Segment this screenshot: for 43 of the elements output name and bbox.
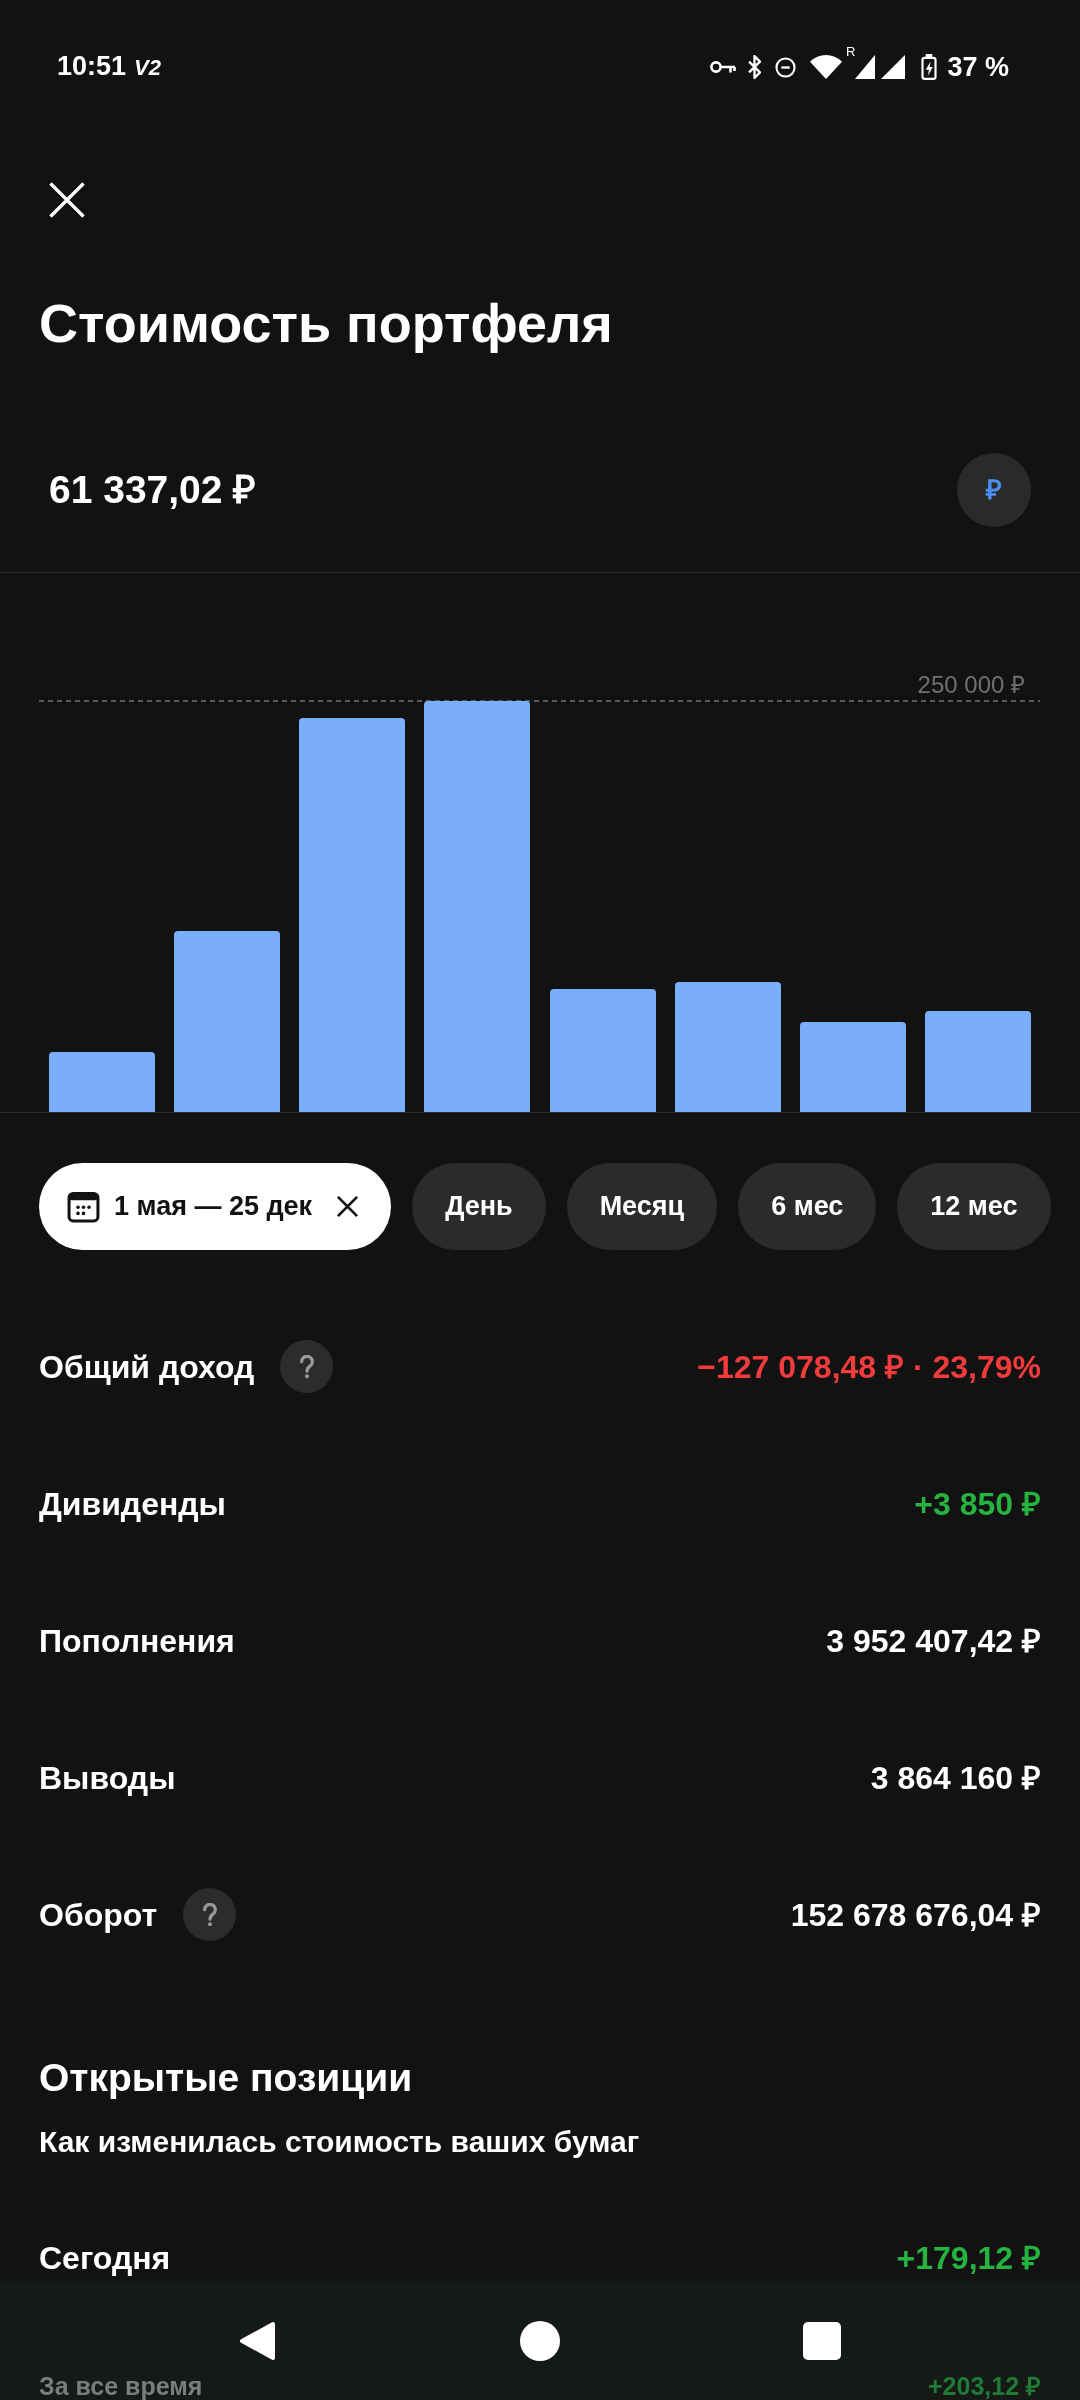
key-icon [710,60,737,74]
row-label: Сегодня [39,2239,171,2278]
roaming-label: R [846,45,856,59]
signal-icon [881,55,906,79]
battery-charging-icon [921,54,938,80]
row-label: Общий доход [39,1347,255,1387]
period-chip[interactable]: Месяц [566,1163,718,1250]
section-subtitle: Как изменилась стоимость ваших бумаг [39,2124,641,2160]
calendar-icon [67,1190,100,1223]
page-title: Стоимость портфеля [39,292,614,355]
currency-button[interactable]: ₽ [957,453,1031,527]
row-label: Выводы [39,1758,176,1798]
row-label: Дивиденды [39,1484,226,1524]
status-time: 10:51 [57,50,127,82]
back-icon[interactable] [239,2321,276,2361]
battery-percent: 37 % [947,51,1009,83]
row-value: +203,12 ₽ [928,2372,1041,2400]
wifi-icon [810,55,843,79]
period-chip[interactable]: День [412,1163,546,1250]
period-chip[interactable]: 12 мес [897,1163,1051,1250]
portfolio-value: 61 337,02 ₽ [49,466,257,513]
network-label: V2 [134,54,161,82]
help-icon[interactable] [183,1888,237,1941]
home-icon[interactable] [520,2321,560,2361]
close-icon[interactable] [336,1195,360,1218]
reference-label: 250 000 ₽ [917,670,1025,700]
section-title: Открытые позиции [39,2055,414,2101]
row-label: За все время [39,2372,203,2400]
close-icon [49,182,85,218]
period-chip[interactable]: 6 мес [738,1163,877,1250]
bluetooth-icon [748,55,762,79]
signal-icon [855,55,876,79]
help-icon[interactable] [280,1340,334,1393]
date-range-chip[interactable]: 1 мая — 25 дек [39,1163,392,1250]
row-value: 3 864 160 ₽ [870,1758,1041,1798]
row-value: +3 850 ₽ [914,1484,1041,1524]
do-not-disturb-icon [775,56,797,78]
row-label: Оборот [39,1895,158,1935]
row-value: −127 078,48 ₽ · 23,79% [697,1347,1041,1387]
row-value: +179,12 ₽ [896,2239,1041,2278]
row-label: Пополнения [39,1621,235,1661]
row-value: 152 678 676,04 ₽ [790,1895,1041,1935]
row-value: 3 952 407,42 ₽ [826,1621,1041,1661]
